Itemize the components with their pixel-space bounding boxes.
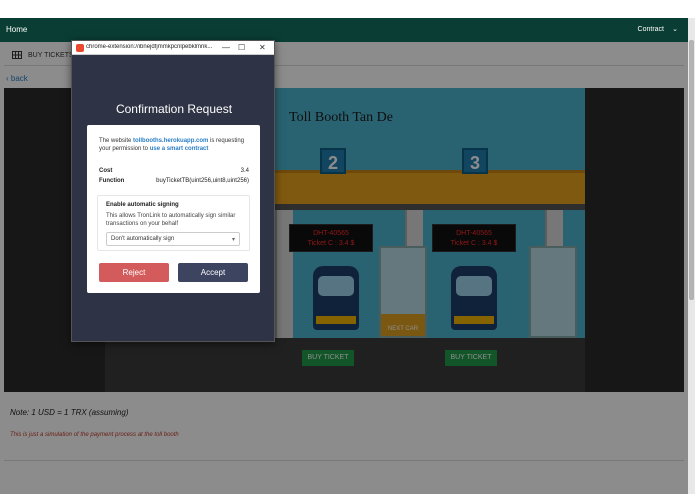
scrollbar-thumb[interactable] bbox=[689, 40, 694, 300]
confirmation-title: Confirmation Request bbox=[115, 102, 233, 116]
confirmation-card: The website tollbooths.herokuapp.com is … bbox=[87, 125, 260, 293]
function-value: buyTicketTB(uint256,uint8,uint256) bbox=[156, 178, 249, 184]
auto-signing-title: Enable automatic signing bbox=[106, 202, 179, 208]
permission-text-pre: The website bbox=[99, 138, 134, 144]
app-navbar: Home Contract ⌄ bbox=[0, 18, 688, 42]
permission-text: The website tollbooths.herokuapp.com is … bbox=[99, 137, 249, 153]
auto-sign-select[interactable]: Don't automatically sign ▾ bbox=[106, 232, 240, 246]
cost-row: Cost 3.4 bbox=[99, 168, 249, 174]
function-label: Function bbox=[99, 178, 125, 184]
auto-signing-section: Enable automatic signing This allows Tro… bbox=[97, 195, 250, 251]
close-icon[interactable]: ✕ bbox=[259, 43, 266, 53]
smart-contract-link[interactable]: use a smart contract bbox=[150, 146, 209, 152]
maximize-icon[interactable]: ☐ bbox=[238, 43, 245, 53]
auto-sign-select-value: Don't automatically sign bbox=[111, 236, 175, 242]
popup-titlebar: chrome-extension://ibnejdfjmmkpcnlpebklm… bbox=[72, 41, 274, 55]
nav-home-link[interactable]: Home bbox=[6, 25, 27, 34]
nav-contract-menu[interactable]: Contract bbox=[638, 26, 664, 33]
top-strip bbox=[0, 0, 695, 18]
page-scrollbar[interactable] bbox=[688, 18, 695, 494]
popup-url: chrome-extension://ibnejdfjmmkpcnlpebklm… bbox=[86, 44, 213, 50]
accept-button[interactable]: Accept bbox=[178, 263, 248, 282]
screen: Home Contract ⌄ BUY TICKETS ‹ back Toll … bbox=[0, 0, 695, 494]
tronlink-popup-window: chrome-extension://ibnejdfjmmkpcnlpebklm… bbox=[71, 40, 275, 342]
minimize-icon[interactable]: — bbox=[222, 43, 230, 53]
cost-value: 3.4 bbox=[240, 168, 249, 174]
auto-signing-description: This allows TronLink to automatically si… bbox=[106, 213, 236, 227]
chevron-down-icon[interactable]: ⌄ bbox=[672, 25, 678, 33]
tronlink-icon bbox=[76, 44, 84, 52]
cost-label: Cost bbox=[99, 168, 113, 174]
function-row: Function buyTicketTB(uint256,uint8,uint2… bbox=[99, 178, 249, 184]
caret-down-icon: ▾ bbox=[231, 237, 235, 243]
reject-button[interactable]: Reject bbox=[99, 263, 169, 282]
site-link[interactable]: tollbooths.herokuapp.com bbox=[133, 138, 208, 144]
